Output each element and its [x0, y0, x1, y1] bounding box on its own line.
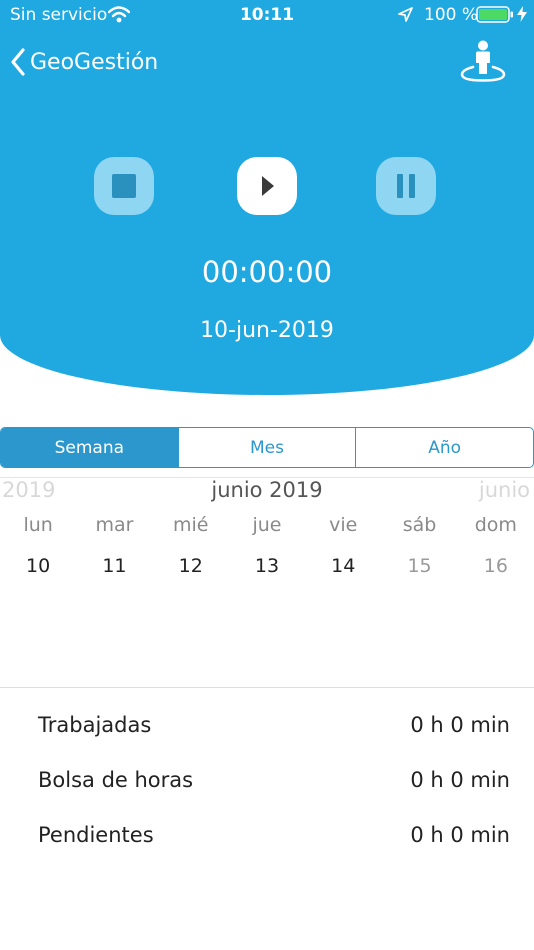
segment-week[interactable]: Semana — [1, 428, 178, 467]
back-label: GeoGestión — [30, 49, 159, 75]
play-button[interactable] — [237, 157, 297, 215]
calendar-day[interactable]: 14 — [305, 555, 381, 577]
elapsed-timer: 00:00:00 — [201, 255, 333, 289]
chevron-left-icon — [11, 48, 25, 76]
stop-button[interactable] — [94, 157, 154, 215]
summary-value: 0 h 0 min — [410, 823, 510, 847]
weekday-label: mié — [172, 514, 209, 536]
calendar-day[interactable]: 16 — [458, 555, 534, 577]
calendar-day[interactable]: 11 — [76, 555, 152, 577]
battery-percent: 100 % — [424, 5, 479, 25]
back-button[interactable]: GeoGestión — [10, 42, 158, 82]
summary-row-worked: Trabajadas 0 h 0 min — [38, 713, 510, 737]
summary-label: Pendientes — [38, 823, 154, 847]
weekday-label: jue — [252, 514, 282, 536]
pause-button[interactable] — [376, 157, 436, 215]
weekday-header: lun mar mié jue vie sáb dom — [0, 514, 534, 536]
summary-label: Bolsa de horas — [38, 768, 194, 792]
calendar-day[interactable]: 13 — [229, 555, 305, 577]
summary-row-pending: Pendientes 0 h 0 min — [38, 823, 510, 847]
weekday-label: lun — [23, 514, 53, 536]
navigation-bar: GeoGestión — [0, 40, 534, 84]
battery-icon — [476, 6, 513, 23]
summary-row-hour-bank: Bolsa de horas 0 h 0 min — [38, 768, 510, 792]
status-bar: Sin servicio 10:11 100 % — [0, 0, 534, 32]
summary-value: 0 h 0 min — [410, 768, 510, 792]
calendar-day[interactable]: 10 — [0, 555, 76, 577]
next-month-label[interactable]: junio — [479, 478, 530, 502]
week-days-row: 10 11 12 13 14 15 16 — [0, 555, 534, 577]
summary-value: 0 h 0 min — [410, 713, 510, 737]
summary-divider — [0, 687, 534, 688]
header-panel: Sin servicio 10:11 100 % GeoGestión 00:0… — [0, 0, 534, 395]
weekday-label: sáb — [402, 514, 437, 536]
weekday-label: mar — [95, 514, 134, 536]
calendar-day[interactable]: 15 — [381, 555, 457, 577]
user-location-icon — [460, 40, 506, 82]
charging-bolt-icon — [517, 6, 527, 22]
weekday-label: dom — [474, 514, 517, 536]
location-arrow-icon — [398, 7, 413, 22]
stop-icon — [112, 174, 136, 198]
period-segmented-control: Semana Mes Año — [0, 427, 534, 468]
play-icon — [262, 176, 274, 196]
segment-year[interactable]: Año — [355, 428, 533, 467]
current-month-label: junio 2019 — [211, 478, 323, 502]
segment-month[interactable]: Mes — [177, 428, 356, 467]
current-date: 10-jun-2019 — [200, 318, 334, 343]
profile-button[interactable] — [458, 40, 508, 84]
summary-label: Trabajadas — [38, 713, 152, 737]
calendar-day[interactable]: 12 — [153, 555, 229, 577]
pause-icon — [397, 174, 415, 198]
weekday-label: vie — [329, 514, 358, 536]
